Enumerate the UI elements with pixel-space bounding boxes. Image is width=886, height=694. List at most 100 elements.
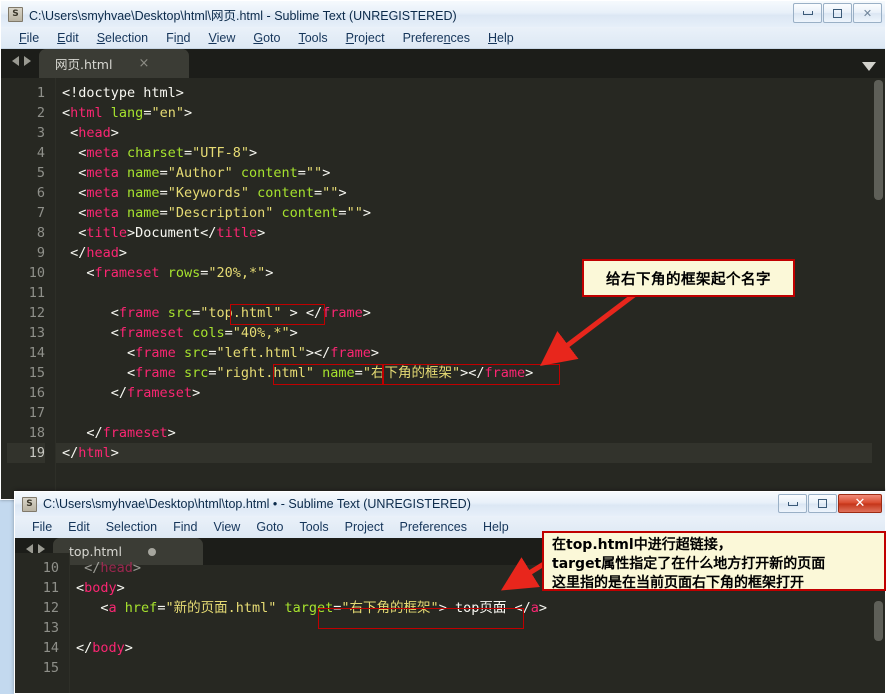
- code-line[interactable]: [70, 618, 885, 638]
- code-token: name: [127, 185, 160, 201]
- code-token: <: [62, 265, 95, 281]
- code-line[interactable]: </frameset>: [56, 383, 885, 403]
- minimize-button-top[interactable]: [793, 3, 822, 23]
- code-line[interactable]: [56, 403, 885, 423]
- code-token: =: [355, 365, 363, 381]
- code-token: [160, 305, 168, 321]
- code-token: >: [192, 385, 200, 401]
- code-token: [273, 205, 281, 221]
- maximize-button-bottom[interactable]: [808, 494, 837, 513]
- code-token: >: [168, 425, 176, 441]
- menu-item-goto[interactable]: Goto: [244, 29, 289, 47]
- menu-item-edit[interactable]: Edit: [60, 518, 98, 536]
- close-button-bottom[interactable]: ✕: [838, 494, 882, 513]
- code-line[interactable]: </html>: [56, 443, 885, 463]
- menu-item-file[interactable]: File: [10, 29, 48, 47]
- code-token: >: [257, 225, 265, 241]
- tab-webpage-html[interactable]: 网页.html ×: [39, 49, 189, 78]
- code-token: >: [265, 265, 273, 281]
- code-token: frame: [119, 305, 160, 321]
- code-token: "en": [151, 105, 184, 121]
- menu-item-find[interactable]: Find: [165, 518, 205, 536]
- code-line[interactable]: </frameset>: [56, 423, 885, 443]
- close-icon[interactable]: ×: [138, 57, 149, 70]
- code-line[interactable]: <frame src="right.html" name="右下角的框架"></…: [56, 363, 885, 383]
- maximize-button-top[interactable]: [823, 3, 852, 23]
- code-token: "": [322, 185, 338, 201]
- menu-item-help[interactable]: Help: [479, 29, 523, 47]
- line-number: 11: [15, 578, 59, 598]
- menu-item-view[interactable]: View: [199, 29, 244, 47]
- vertical-scrollbar-top[interactable]: [872, 78, 885, 499]
- code-token: "40%,*": [233, 325, 290, 341]
- code-line[interactable]: <head>: [56, 123, 885, 143]
- arrow-left-icon[interactable]: [26, 544, 33, 554]
- code-line[interactable]: </body>: [70, 638, 885, 658]
- code-token: [184, 325, 192, 341]
- arrow-right-icon[interactable]: [24, 56, 31, 66]
- code-token: html: [70, 105, 103, 121]
- titlebar-top[interactable]: S C:\Users\smyhvae\Desktop\html\网页.html …: [1, 1, 885, 27]
- code-token: meta: [86, 205, 119, 221]
- code-line[interactable]: <!doctype html>: [56, 83, 885, 103]
- close-button-top[interactable]: ✕: [853, 3, 882, 23]
- menu-item-goto[interactable]: Goto: [248, 518, 291, 536]
- scrollbar-thumb[interactable]: [874, 601, 883, 641]
- code-line[interactable]: [70, 658, 885, 678]
- menu-item-edit[interactable]: Edit: [48, 29, 88, 47]
- code-token: "Description": [168, 205, 274, 221]
- line-number: 15: [15, 658, 59, 678]
- menu-item-view[interactable]: View: [205, 518, 248, 536]
- code-line[interactable]: <a href="新的页面.html" target="右下角的框架"> top…: [70, 598, 885, 618]
- code-token: >: [111, 125, 119, 141]
- arrow-left-icon[interactable]: [12, 56, 19, 66]
- code-token: > </: [282, 305, 323, 321]
- menu-item-preferences[interactable]: Preferences: [394, 29, 479, 47]
- minimize-button-bottom[interactable]: [778, 494, 807, 513]
- menu-item-preferences[interactable]: Preferences: [392, 518, 475, 536]
- tab-nav-arrows-top[interactable]: [1, 49, 39, 78]
- menu-item-help[interactable]: Help: [475, 518, 517, 536]
- menu-item-find[interactable]: Find: [157, 29, 199, 47]
- code-line[interactable]: <html lang="en">: [56, 103, 885, 123]
- code-token: >: [371, 345, 379, 361]
- code-token: >: [119, 245, 127, 261]
- code-line[interactable]: <frame src="top.html" > </frame>: [56, 303, 885, 323]
- code-token: [314, 365, 322, 381]
- code-token: "": [347, 205, 363, 221]
- tabbar-top: 网页.html ×: [1, 49, 885, 78]
- code-token: >: [117, 580, 125, 596]
- code-line[interactable]: <meta name="Author" content="">: [56, 163, 885, 183]
- chevron-down-icon[interactable]: [862, 62, 876, 71]
- menu-item-file[interactable]: File: [24, 518, 60, 536]
- menubar-top: File Edit Selection Find View Goto Tools…: [1, 27, 885, 49]
- code-token: charset: [127, 145, 184, 161]
- line-number: 3: [1, 123, 45, 143]
- menu-item-project[interactable]: Project: [337, 518, 392, 536]
- line-number: 12: [15, 598, 59, 618]
- code-token: html: [78, 445, 111, 461]
- arrow-right-icon[interactable]: [38, 544, 45, 554]
- code-token: >: [133, 560, 141, 576]
- code-token: =: [298, 165, 306, 181]
- code-token: content: [257, 185, 314, 201]
- code-line[interactable]: <meta name="Keywords" content="">: [56, 183, 885, 203]
- menu-item-selection[interactable]: Selection: [88, 29, 157, 47]
- code-token: frame: [484, 365, 525, 381]
- menu-item-project[interactable]: Project: [337, 29, 394, 47]
- menu-item-tools[interactable]: Tools: [291, 518, 336, 536]
- code-line[interactable]: <title>Document</title>: [56, 223, 885, 243]
- code-line[interactable]: <meta charset="UTF-8">: [56, 143, 885, 163]
- code-line[interactable]: <frameset cols="40%,*">: [56, 323, 885, 343]
- scrollbar-thumb[interactable]: [874, 80, 883, 200]
- code-token: >: [322, 165, 330, 181]
- code-token: <: [62, 105, 70, 121]
- menu-item-tools[interactable]: Tools: [289, 29, 336, 47]
- code-line[interactable]: <frame src="left.html"></frame>: [56, 343, 885, 363]
- titlebar-bottom[interactable]: S C:\Users\smyhvae\Desktop\html\top.html…: [15, 492, 885, 516]
- line-number: 1: [1, 83, 45, 103]
- code-line[interactable]: <meta name="Description" content="">: [56, 203, 885, 223]
- code-token: [276, 600, 284, 616]
- code-token: [117, 600, 125, 616]
- menu-item-selection[interactable]: Selection: [98, 518, 165, 536]
